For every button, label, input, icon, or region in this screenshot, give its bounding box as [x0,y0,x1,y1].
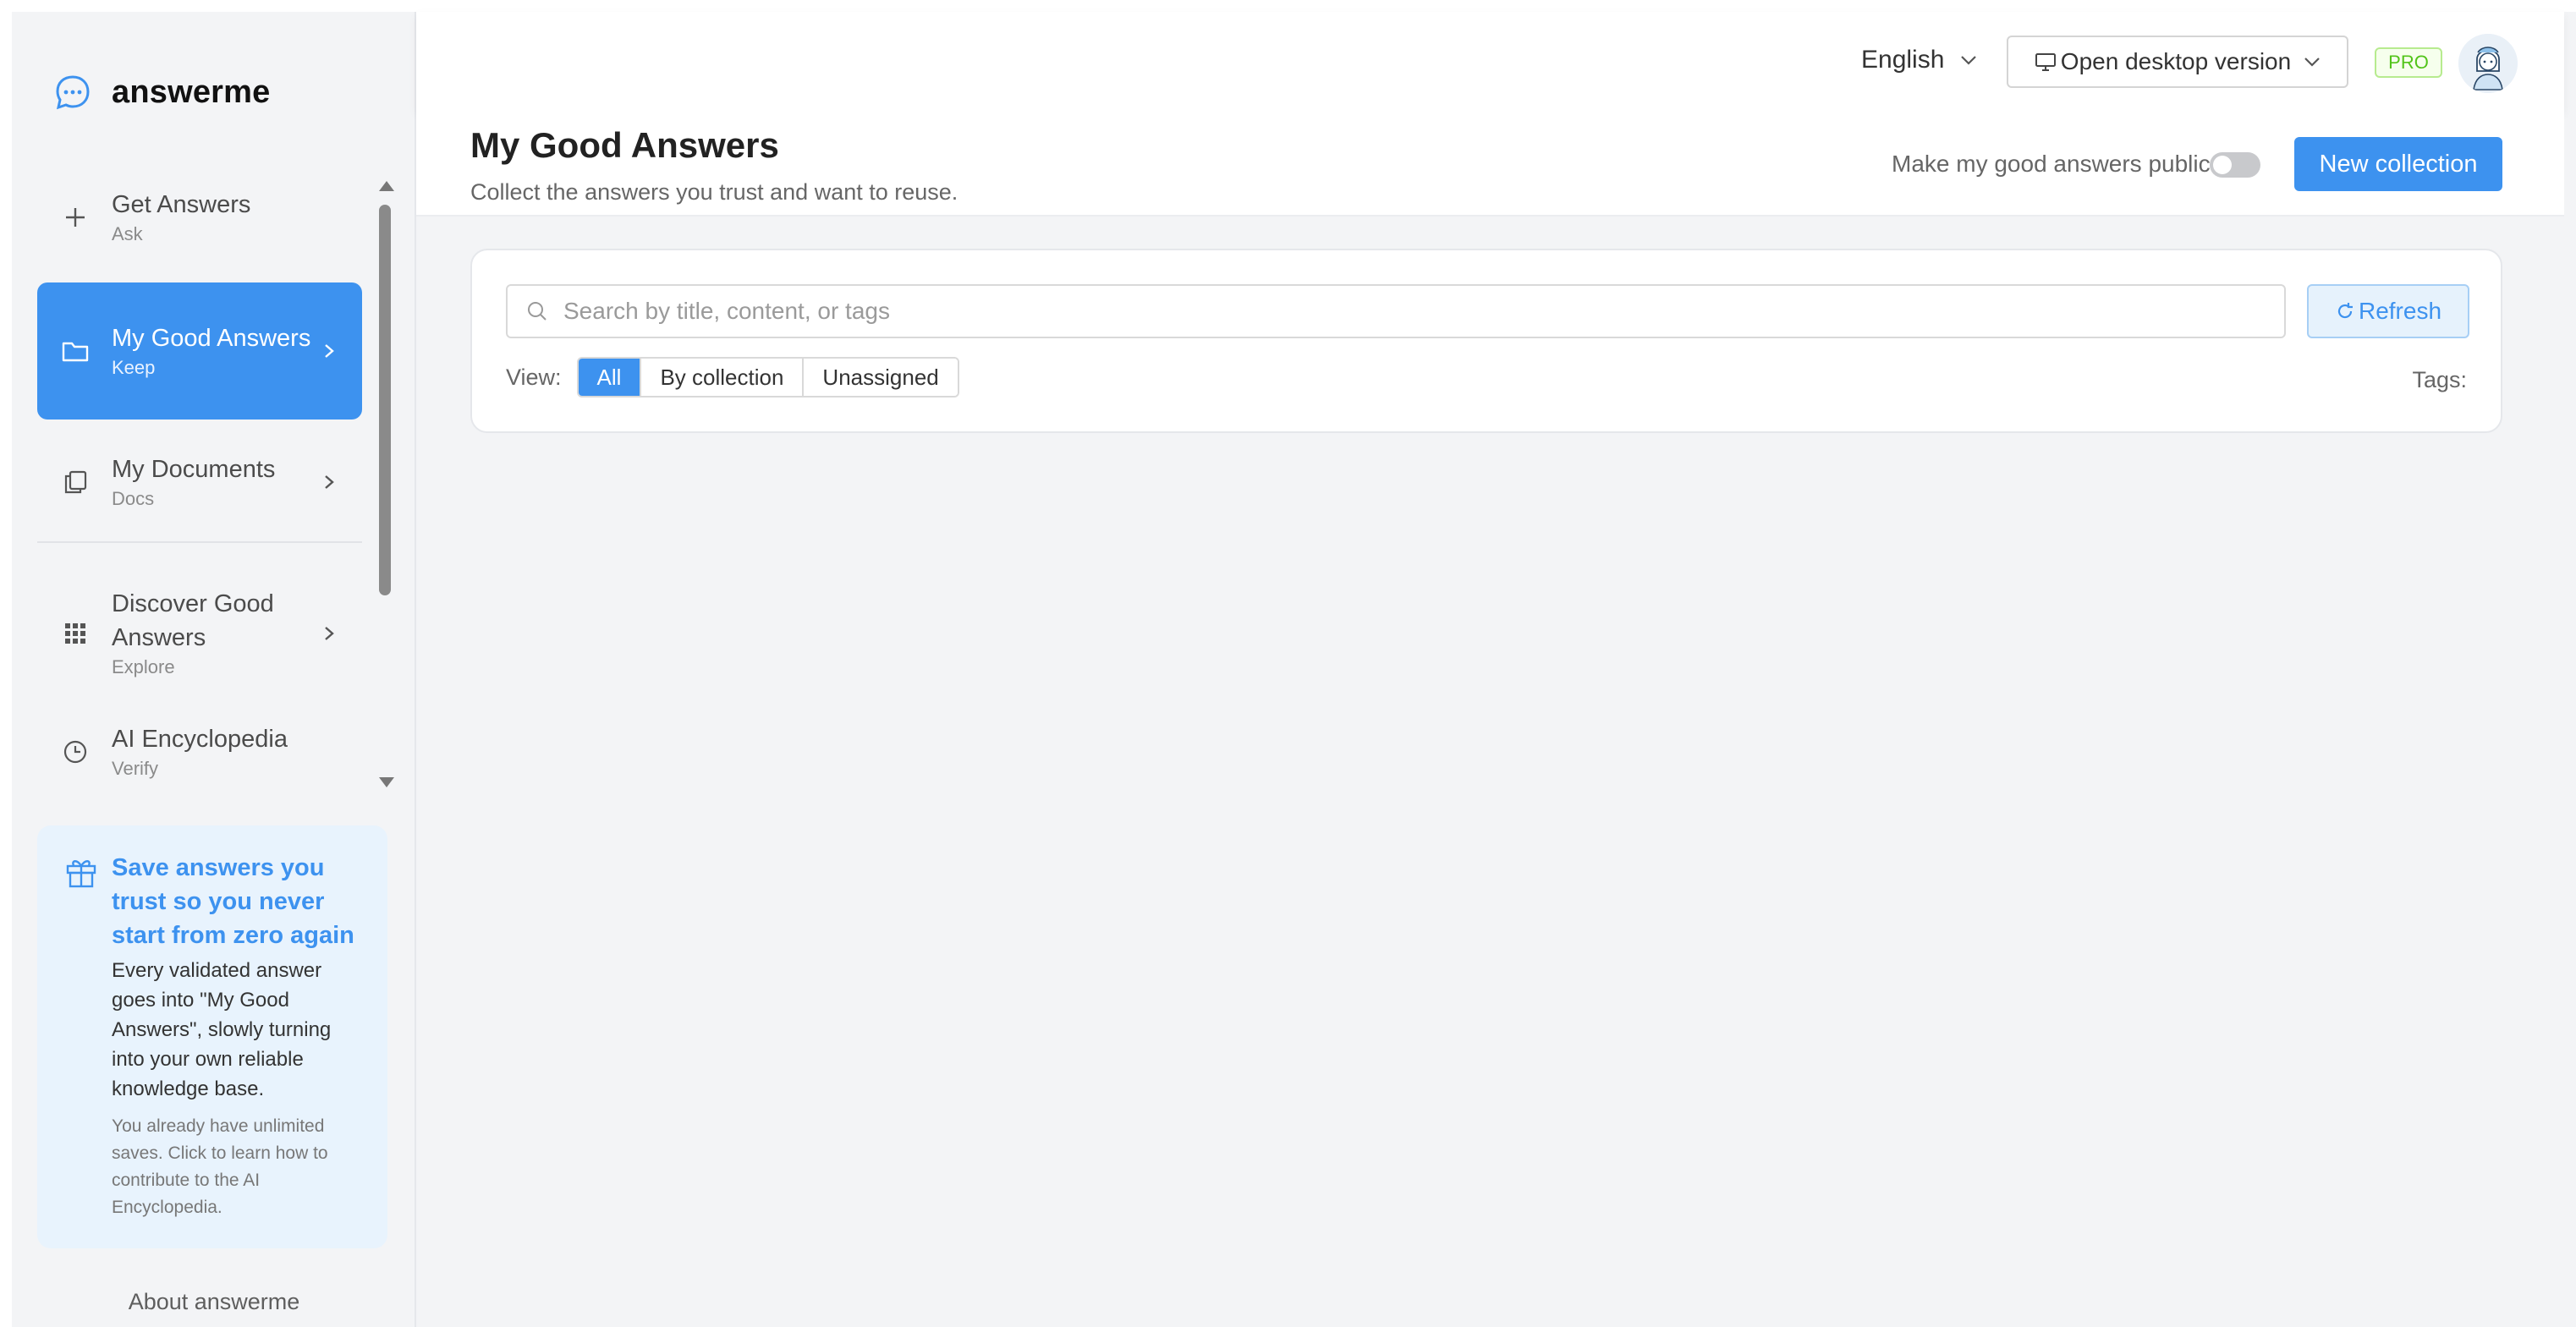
search-box[interactable] [506,284,2286,338]
view-segmented-control: All By collection Unassigned [576,357,959,398]
sidebar-item-sub: Keep [112,357,156,378]
refresh-label: Refresh [2358,298,2442,324]
filter-card: Refresh View: All By collection Unassign… [470,249,2502,433]
public-toggle-label: Make my good answers public [1892,151,2211,177]
top-bar: English Open desktop version PRO [416,12,2564,112]
search-icon [528,302,547,321]
view-selector: View: All By collection Unassigned [506,357,959,398]
refresh-button[interactable]: Refresh [2307,284,2469,338]
sidebar-scrollbar[interactable] [374,173,394,794]
sidebar-item-sub: Verify [112,758,159,779]
make-public-toggle[interactable] [2210,152,2260,178]
new-collection-button[interactable]: New collection [2294,137,2502,191]
grid-icon [61,619,90,648]
language-select[interactable]: English [1861,46,1978,74]
promo-card[interactable]: Save answers you trust so you never star… [37,825,387,1248]
desktop-button-label: Open desktop version [2060,48,2292,74]
promo-body: Every validated answer goes into "My Goo… [112,959,332,1100]
sidebar-item-my-good-answers[interactable]: My Good Answers Keep [37,282,362,419]
chevron-down-icon [1961,56,1977,65]
brand-name: answerme [112,74,271,110]
user-avatar-icon [2458,34,2518,93]
chevron-right-icon [320,624,338,643]
chat-bubble-icon [56,75,90,110]
clock-icon [61,738,90,766]
sidebar-item-get-answers[interactable]: Get Answers Ask [37,181,362,254]
page-header: My Good Answers Collect the answers you … [416,112,2564,217]
plus-icon [61,203,90,232]
documents-icon [61,468,90,496]
open-desktop-version-button[interactable]: Open desktop version [2007,36,2348,88]
language-value: English [1861,46,1945,74]
monitor-icon [2035,53,2056,71]
pro-badge: PRO [2375,47,2442,78]
sidebar-item-label: My Good Answers [112,325,311,352]
sidebar-nav: Get Answers Ask My Good Answers Keep My … [37,173,403,794]
brand[interactable]: answerme [54,63,270,122]
chevron-right-icon [320,473,338,491]
view-option-all[interactable]: All [578,359,640,396]
sidebar-item-sub: Explore [112,656,175,677]
sidebar-item-label: Get Answers [112,191,251,218]
promo-note[interactable]: You already have unlimited saves. Click … [112,1113,367,1221]
search-input[interactable] [562,297,2284,326]
view-option-by-collection[interactable]: By collection [640,359,803,396]
scroll-up-arrow-icon[interactable] [379,181,394,191]
avatar[interactable] [2458,34,2518,93]
chevron-right-icon [320,342,338,360]
scrollbar-thumb[interactable] [379,205,391,595]
gift-icon [66,860,96,888]
page-title: My Good Answers [470,125,779,165]
about-link[interactable]: About answerme [12,1289,416,1315]
sidebar: answerme Get Answers Ask My Good Answers… [12,12,416,1327]
chevron-down-icon [2304,58,2320,67]
toggle-knob [2213,156,2232,174]
sidebar-item-label: Discover Good Answers [112,590,274,651]
sidebar-item-ai-encyclopedia[interactable]: AI Encyclopedia Verify [37,714,362,790]
scroll-down-arrow-icon[interactable] [379,777,394,787]
promo-title: Save answers you trust so you never star… [112,854,354,949]
sidebar-item-sub: Ask [112,223,143,244]
refresh-icon [2337,303,2353,319]
sidebar-item-sub: Docs [112,488,155,509]
sidebar-item-label: AI Encyclopedia [112,726,288,753]
sidebar-item-label: My Documents [112,456,276,483]
folder-icon [61,337,90,365]
view-option-unassigned[interactable]: Unassigned [802,359,958,396]
sidebar-item-discover[interactable]: Discover Good Answers Explore [37,565,362,702]
sidebar-item-my-documents[interactable]: My Documents Docs [37,440,362,524]
nav-divider [37,541,362,543]
tags-label: Tags: [2412,367,2467,392]
view-label: View: [506,364,562,390]
page-subtitle: Collect the answers you trust and want t… [470,179,958,205]
